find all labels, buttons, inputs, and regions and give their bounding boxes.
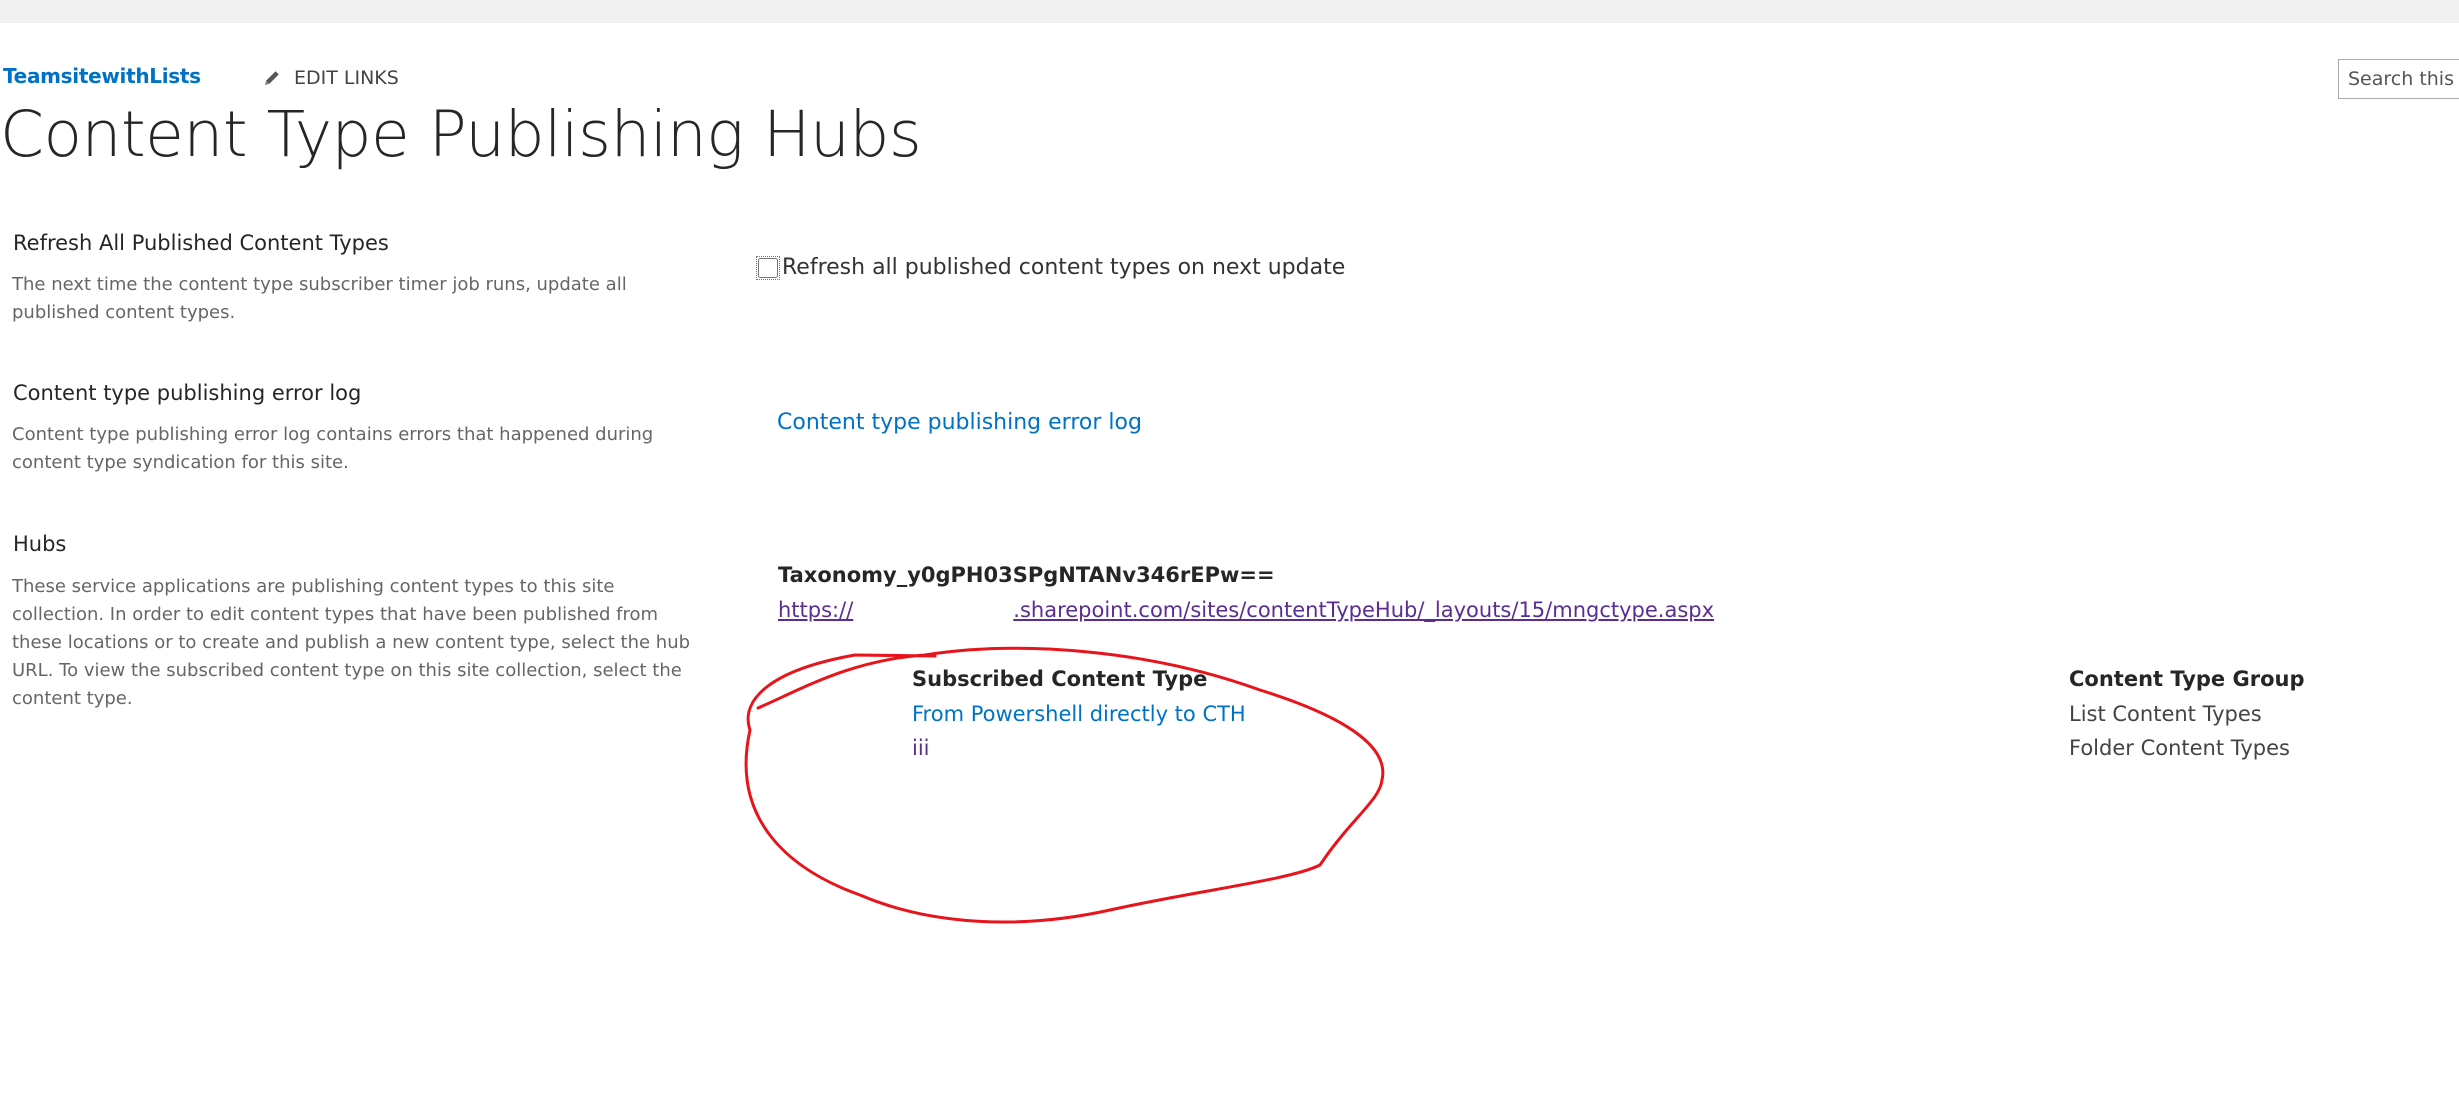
- refresh-checkbox-label[interactable]: Refresh all published content types on n…: [782, 255, 1345, 280]
- refresh-checkbox-row[interactable]: Refresh all published content types on n…: [756, 255, 1345, 280]
- hub-name: Taxonomy_y0gPH03SPgNTANv346rEPw==: [778, 563, 1275, 587]
- error-log-link[interactable]: Content type publishing error log: [777, 410, 1142, 435]
- content-type-link[interactable]: From Powershell directly to CTH: [912, 702, 1246, 726]
- suite-bar: [0, 0, 2459, 23]
- hub-url-link[interactable]: https:// .sharepoint.com/sites/contentTy…: [778, 598, 1714, 622]
- error-log-section-title: Content type publishing error log: [13, 381, 362, 405]
- hubs-section-description: These service applications are publishin…: [12, 576, 691, 709]
- column-header-subscribed-content-type: Subscribed Content Type: [912, 667, 1208, 691]
- content-type-link[interactable]: iii: [912, 736, 930, 760]
- page-title: Content Type Publishing Hubs: [0, 98, 922, 171]
- column-header-content-type-group: Content Type Group: [2069, 667, 2305, 691]
- hubs-section-title: Hubs: [13, 532, 67, 556]
- error-log-section-description: Content type publishing error log contai…: [12, 424, 654, 473]
- content-type-group-cell: List Content Types: [2069, 702, 2262, 726]
- refresh-section-description: The next time the content type subscribe…: [12, 274, 627, 323]
- refresh-section-title: Refresh All Published Content Types: [13, 231, 389, 255]
- pencil-icon: [262, 68, 282, 88]
- site-title-link[interactable]: TeamsitewithLists: [3, 64, 201, 88]
- redacted-tenant: [853, 598, 1013, 622]
- hub-url-suffix: .sharepoint.com/sites/contentTypeHub/_la…: [1013, 598, 1715, 622]
- refresh-checkbox[interactable]: [756, 255, 780, 280]
- hub-url-prefix: https://: [778, 598, 854, 622]
- search-input[interactable]: [2338, 59, 2459, 99]
- edit-links-button[interactable]: EDIT LINKS: [262, 64, 399, 92]
- edit-links-label: EDIT LINKS: [294, 67, 399, 89]
- content-type-group-cell: Folder Content Types: [2069, 736, 2290, 760]
